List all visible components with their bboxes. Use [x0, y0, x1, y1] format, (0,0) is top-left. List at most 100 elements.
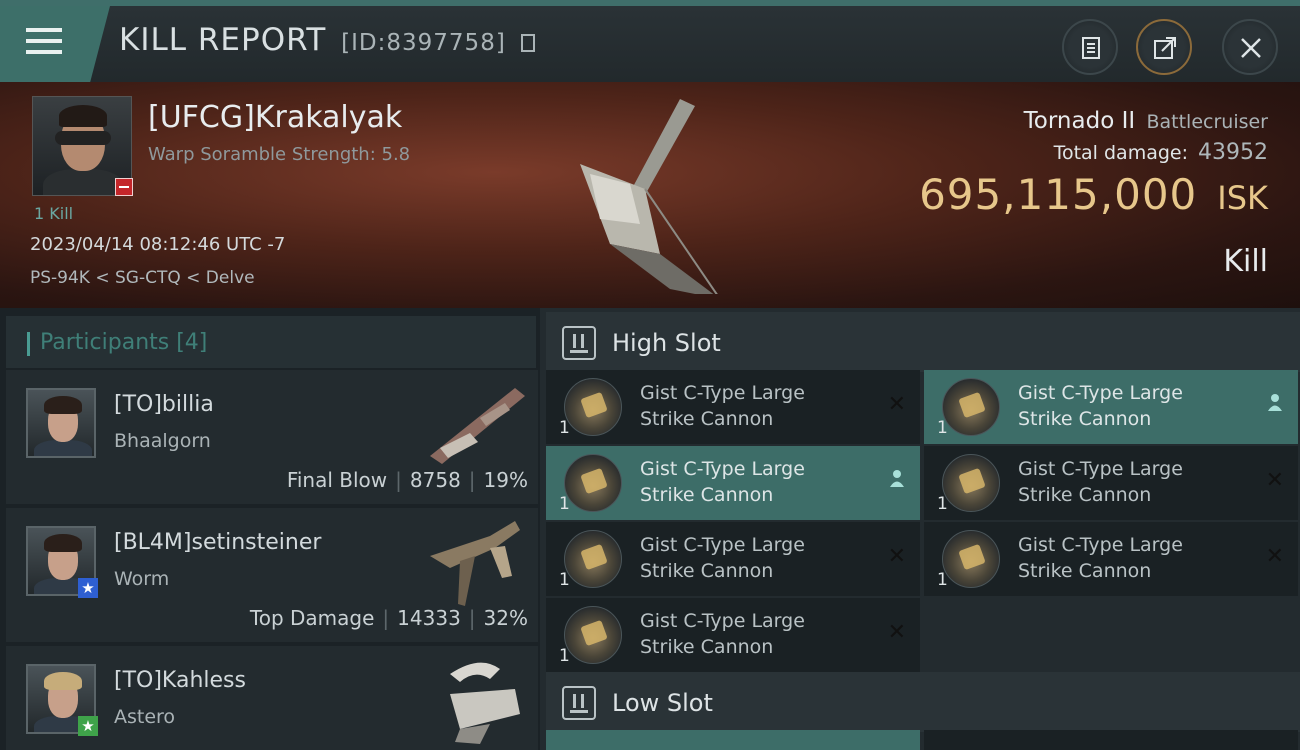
destroyed-icon: ✕ [887, 620, 906, 645]
low-slot-icon [562, 686, 596, 720]
module-qty: 1 [937, 494, 948, 514]
kill-datetime: 2023/04/14 08:12:46 UTC -7 [30, 234, 286, 255]
module-item[interactable]: 1 Gist C-Type Large Strike Cannon ✕ [924, 522, 1298, 596]
close-icon [1241, 38, 1261, 58]
module-qty: 1 [559, 418, 570, 438]
low-slot-title: Low Slot [612, 689, 713, 717]
isk-value: 695,115,000 [919, 170, 1198, 219]
destroyed-icon: ✕ [1265, 468, 1284, 493]
participant-name[interactable]: [BL4M]setinsteiner [114, 530, 321, 555]
warp-scramble-strength: Warp Soramble Strength: 5.8 [148, 144, 411, 165]
kill-count: 1 Kill [34, 204, 74, 223]
module-name: Gist C-Type Large Strike Cannon [1018, 534, 1183, 582]
top-bar: KILL REPORT [ID:8397758] [0, 0, 1300, 82]
victim-banner: [UFCG]Krakalyak Warp Soramble Strength: … [0, 82, 1300, 308]
module-item[interactable]: 1 Gist C-Type Large Strike Cannon ✕ [546, 598, 920, 672]
module-name: Gist C-Type Large Strike Cannon [640, 610, 805, 658]
participant-ship-image[interactable] [420, 654, 530, 744]
strike-cannon-icon [564, 530, 622, 588]
star-icon: ★ [78, 716, 98, 736]
menu-icon [26, 28, 62, 56]
header-accent [27, 332, 30, 356]
participant-ship: Bhaalgorn [114, 430, 211, 452]
damage-label: Total damage: [1053, 142, 1188, 164]
strike-cannon-icon [564, 454, 622, 512]
module-item[interactable]: 1 Gist C-Type Large Strike Cannon [924, 370, 1298, 444]
high-slot-icon [562, 326, 596, 360]
participants-header: Participants [4] [6, 316, 536, 368]
participant-percent: 19% [483, 468, 528, 492]
destroyed-icon: ✕ [887, 544, 906, 569]
participant-damage: 8758 [409, 468, 461, 492]
result-label: Kill [1223, 244, 1268, 279]
participant-ship: Worm [114, 568, 170, 590]
ship-class: Battlecruiser [1146, 111, 1268, 133]
module-qty: 1 [937, 418, 948, 438]
share-button[interactable] [1136, 19, 1192, 75]
module-name: Gist C-Type Large Strike Cannon [1018, 458, 1183, 506]
participant-name[interactable]: [TO]billia [114, 392, 214, 417]
module-qty: 1 [559, 494, 570, 514]
strike-cannon-icon [564, 606, 622, 664]
isk-unit: ISK [1217, 179, 1268, 217]
module-item[interactable]: 1 Gist C-Type Large Strike Cannon ✕ [924, 446, 1298, 520]
participant-stats: Final Blow | 8758 | 19% [286, 468, 528, 492]
participant-card[interactable]: [TO]billia Bhaalgorn Final Blow | 8758 | 19% [6, 370, 538, 504]
participant-role: Final Blow [286, 468, 388, 492]
participant-card[interactable]: ★ [TO]Kahless Astero [6, 646, 538, 750]
ship-name: Tornado II [1023, 108, 1136, 134]
strike-cannon-icon [942, 378, 1000, 436]
participant-percent: 32% [483, 606, 528, 630]
isk-value-line: 695,115,000 ISK [919, 170, 1268, 219]
menu-button[interactable] [0, 6, 110, 82]
strike-cannon-icon [942, 530, 1000, 588]
destroyed-icon: ✕ [1265, 544, 1284, 569]
module-name: Gist C-Type Large Strike Cannon [640, 382, 805, 430]
total-damage: Total damage: 43952 [1054, 140, 1268, 165]
high-slot-header: High Slot [546, 312, 1300, 372]
participant-role: Top Damage [249, 606, 375, 630]
strike-cannon-icon [564, 378, 622, 436]
damage-value: 43952 [1198, 140, 1268, 165]
victim-ship-type[interactable]: Tornado II Battlecruiser [1024, 108, 1268, 134]
participants-title: Participants [4] [40, 330, 208, 355]
module-item[interactable]: 1 Gist C-Type Large Strike Cannon ✕ [546, 370, 920, 444]
module-name: Gist C-Type Large Strike Cannon [640, 534, 805, 582]
module-item[interactable]: 1 Gist C-Type Large Strike Cannon ✕ [546, 522, 920, 596]
participants-panel: Participants [4] [TO]billia Bhaalgorn Fi… [0, 308, 540, 750]
clipboard-button[interactable] [1062, 19, 1118, 75]
title-text: KILL REPORT [119, 22, 327, 58]
corp-badge-icon [115, 178, 133, 196]
copy-icon[interactable] [520, 34, 535, 52]
destroyed-icon: ✕ [887, 392, 906, 417]
close-button[interactable] [1222, 19, 1278, 75]
page-title: KILL REPORT [ID:8397758] [119, 22, 535, 58]
victim-name[interactable]: [UFCG]Krakalyak [148, 100, 402, 135]
kill-location[interactable]: PS-94K < SG-CTQ < Delve [30, 268, 255, 288]
clipboard-icon [1082, 37, 1100, 59]
participant-stats: Top Damage | 14333 | 32% [249, 606, 528, 630]
module-qty: 1 [559, 646, 570, 666]
low-slot-module-partial[interactable] [924, 730, 1298, 750]
kill-id: [ID:8397758] [341, 30, 506, 56]
participant-damage: 14333 [397, 606, 461, 630]
low-slot-header: Low Slot [546, 672, 1300, 732]
victim-ship-image[interactable] [570, 94, 730, 294]
person-icon [1268, 394, 1282, 411]
module-name: Gist C-Type Large Strike Cannon [640, 458, 805, 506]
module-name: Gist C-Type Large Strike Cannon [1018, 382, 1183, 430]
low-slot-module-partial[interactable] [546, 730, 920, 750]
fitting-panel: High Slot 1 Gist C-Type Large Strike Cann… [540, 308, 1300, 750]
module-item[interactable]: 1 Gist C-Type Large Strike Cannon [546, 446, 920, 520]
module-qty: 1 [937, 570, 948, 590]
participant-ship-image[interactable] [420, 378, 530, 468]
star-icon: ★ [78, 578, 98, 598]
participant-card[interactable]: ★ [BL4M]setinsteiner Worm Top Damage | 143… [6, 508, 538, 642]
module-qty: 1 [559, 570, 570, 590]
avatar[interactable] [26, 388, 96, 458]
participant-ship-image[interactable] [420, 516, 530, 606]
participant-name[interactable]: [TO]Kahless [114, 668, 246, 693]
strike-cannon-icon [942, 454, 1000, 512]
share-icon [1154, 37, 1176, 59]
high-slot-title: High Slot [612, 329, 721, 357]
